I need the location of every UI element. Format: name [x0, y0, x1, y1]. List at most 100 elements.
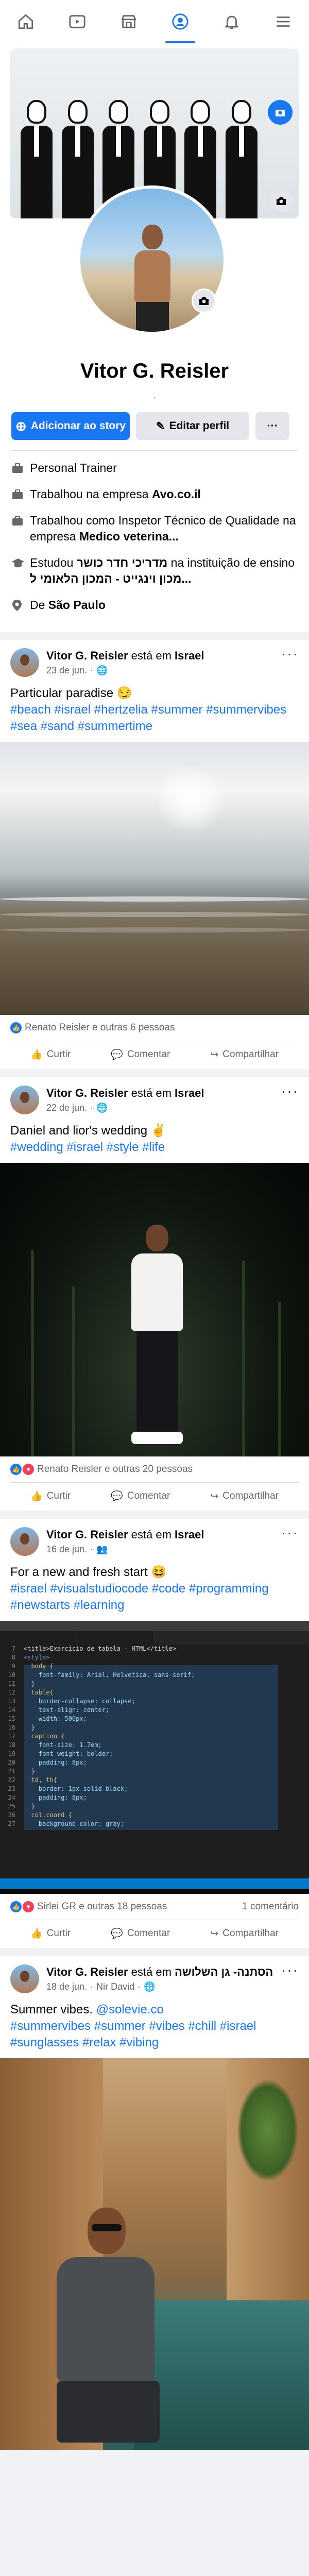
nav-video[interactable]	[59, 0, 95, 43]
intro-work-1-company[interactable]: Avo.co.il	[152, 487, 201, 501]
thumbs-up-icon: 👍	[30, 1491, 43, 1502]
more-options-button[interactable]: ···	[255, 412, 289, 440]
comment-button[interactable]: 💬 Comentar	[111, 1927, 170, 1940]
code-line: font-weight: bolder;	[24, 1750, 113, 1757]
share-label: Compartilhar	[222, 1049, 279, 1060]
post-more-button[interactable]: ···	[278, 1526, 299, 1540]
globe-icon: 🌐	[144, 1981, 156, 1992]
code-line: table{	[24, 1689, 54, 1696]
avatar[interactable]	[10, 1527, 39, 1556]
nav-profile[interactable]	[162, 0, 198, 43]
camera-icon	[277, 197, 286, 205]
share-button[interactable]: ↪ Compartilhar	[210, 1927, 279, 1940]
post-photo-wedding[interactable]	[0, 1163, 309, 1456]
comment-icon: 💬	[111, 1049, 123, 1060]
nav-home[interactable]	[8, 0, 44, 43]
post-caption: Daniel and lior's wedding ✌️	[10, 1124, 166, 1138]
post-place[interactable]: הסתנה- גן השלושה	[175, 1965, 273, 1978]
like-button[interactable]: 👍 Curtir	[30, 1048, 71, 1061]
comment-button[interactable]: 💬 Comentar	[111, 1490, 170, 1502]
avatar[interactable]	[10, 648, 39, 677]
add-to-story-label: Adicionar ao story	[30, 420, 126, 432]
post-date[interactable]: 18 de jun.	[46, 1981, 87, 1992]
post-place[interactable]: Israel	[175, 1528, 204, 1541]
post-header: Vitor G. Reisler está em Israel 22 de ju…	[0, 1077, 309, 1117]
love-reaction-icon: ♥	[23, 1464, 34, 1475]
edit-profile-picture-button[interactable]	[192, 289, 216, 313]
intro-study-mid: na instituição de ensino	[167, 556, 295, 569]
intro-study-prefix: Estudou	[30, 556, 77, 569]
comments-count[interactable]: 1 comentário	[242, 1901, 299, 1912]
share-button[interactable]: ↪ Compartilhar	[210, 1048, 279, 1061]
post-date[interactable]: 23 de jun.	[46, 665, 87, 676]
post-photo-code-editor[interactable]: 7 8 9 10 11 12 13 14 15 16 17 18 19 20 21 22 23 24 25 26 27 …	[0, 1621, 309, 1894]
share-label: Compartilhar	[222, 1928, 279, 1939]
post-more-button[interactable]: ···	[278, 1084, 299, 1098]
intro-hometown[interactable]: De São Paulo	[11, 592, 298, 618]
thumbs-up-icon: 👍	[30, 1049, 43, 1060]
post-author[interactable]: Vitor G. Reisler	[46, 1965, 128, 1978]
post-at-text: está em	[128, 649, 175, 662]
post-date[interactable]: 16 de jun.	[46, 1544, 87, 1555]
post-place[interactable]: Israel	[175, 1087, 204, 1099]
code-line: border: 1px solid black;	[24, 1785, 128, 1792]
profile-name: Vitor G. Reisler	[80, 360, 229, 382]
reactions-summary[interactable]: Renato Reisler e outras 6 pessoas	[25, 1022, 175, 1033]
post-place[interactable]: Israel	[175, 649, 204, 662]
reactions-summary[interactable]: Renato Reisler e outras 20 pessoas	[37, 1464, 193, 1475]
thumbs-up-icon: 👍	[30, 1928, 43, 1939]
post-author[interactable]: Vitor G. Reisler	[46, 1528, 128, 1541]
comment-label: Comentar	[127, 1490, 170, 1501]
profile-icon	[172, 13, 188, 30]
post-photo-canyon[interactable]	[0, 2058, 309, 2450]
like-button[interactable]: 👍 Curtir	[30, 1927, 71, 1940]
share-button[interactable]: ↪ Compartilhar	[210, 1490, 279, 1502]
like-label: Curtir	[46, 1928, 71, 1939]
more-label: ···	[267, 420, 278, 432]
post-header: Vitor G. Reisler está em הסתנה- גן השלוש…	[0, 1956, 309, 1996]
post-hashtags[interactable]: #wedding #israel #style #life	[10, 1139, 299, 1156]
edit-profile-button[interactable]: ✎ Editar perfil	[136, 412, 249, 440]
post-photo-beach[interactable]	[0, 742, 309, 1015]
post-author[interactable]: Vitor G. Reisler	[46, 1087, 128, 1099]
intro-work-1-prefix: Trabalhou na empresa	[30, 487, 152, 501]
comment-icon: 💬	[111, 1928, 123, 1939]
cover-floating-button[interactable]	[268, 100, 293, 125]
intro-job-text: Personal Trainer	[30, 461, 117, 474]
edit-cover-button[interactable]	[270, 190, 293, 212]
post-tagged-person[interactable]: Nir David	[96, 1981, 134, 1992]
reactions-summary[interactable]: Sirlei GR e outras 18 pessoas	[37, 1901, 167, 1912]
location-pin-icon	[11, 597, 30, 613]
intro-study-institution[interactable]: מכון וינגייט - המכון הלאומי ל...	[30, 572, 192, 585]
nav-marketplace[interactable]	[111, 0, 147, 43]
nav-notifications[interactable]	[214, 0, 250, 43]
divider	[11, 450, 298, 451]
post-mention[interactable]: @solevie.co	[96, 2003, 164, 2016]
intro-from-city[interactable]: São Paulo	[48, 598, 106, 612]
post-author[interactable]: Vitor G. Reisler	[46, 649, 128, 662]
post-hashtags[interactable]: #beach #israel #hertzelia #summer #summe…	[10, 702, 299, 735]
camera-icon	[199, 297, 209, 305]
share-icon: ↪	[210, 1928, 219, 1939]
intro-work-2-company[interactable]: Medico veterina...	[79, 530, 179, 543]
intro-work-2[interactable]: Trabalhou como Inspetor Técnico de Quali…	[11, 507, 298, 550]
post-more-button[interactable]: ···	[278, 1963, 299, 1977]
top-navigation	[0, 0, 309, 43]
add-to-story-button[interactable]: ⊕ Adicionar ao story	[11, 412, 130, 440]
globe-icon: 🌐	[96, 1103, 108, 1113]
like-button[interactable]: 👍 Curtir	[30, 1490, 71, 1502]
code-line: caption {	[24, 1733, 65, 1740]
profile-separator: ·	[152, 392, 157, 403]
intro-education[interactable]: Estudou מדריכי חדר כושר na instituição d…	[11, 550, 298, 592]
avatar[interactable]	[10, 1964, 39, 1993]
intro-work-1[interactable]: Trabalhou na empresa Avo.co.il	[11, 481, 298, 507]
post-hashtags[interactable]: #summervibes #summer #vibes #chill #isra…	[10, 2018, 299, 2051]
post-more-button[interactable]: ···	[278, 647, 299, 661]
post-date[interactable]: 22 de jun.	[46, 1103, 87, 1113]
intro-study-school[interactable]: מדריכי חדר כושר	[77, 556, 167, 569]
code-line: font-family: Arial, Helvetica, sans-seri…	[24, 1671, 195, 1679]
comment-button[interactable]: 💬 Comentar	[111, 1048, 170, 1061]
avatar[interactable]	[10, 1086, 39, 1114]
post-hashtags[interactable]: #israel #visualstudiocode #code #program…	[10, 1581, 299, 1614]
nav-menu[interactable]	[265, 0, 301, 43]
